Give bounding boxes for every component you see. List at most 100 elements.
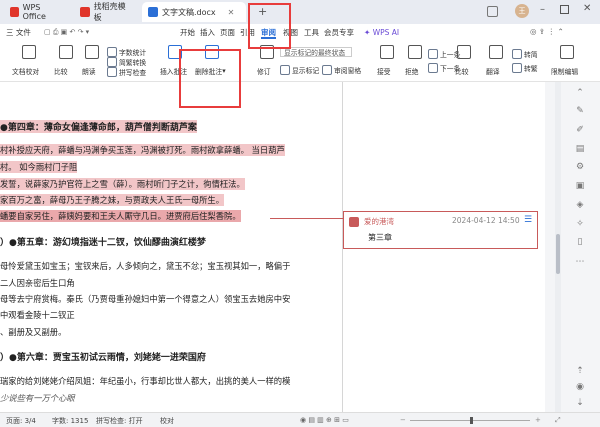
bookmark-icon[interactable]: ▯ [575, 237, 585, 247]
edit-icon[interactable]: ✐ [575, 125, 585, 135]
collapse-icon[interactable]: ⌃ [575, 88, 585, 98]
doc-line: 村补授应天府，薛蟠与冯渊争买玉莲，冯渊被打死。雨村欲拿薛蟠。 当日葫芦 [0, 144, 285, 156]
doc-heading: ）●第六章：贾宝玉初试云雨情，刘姥姥一进荣国府 [0, 353, 206, 363]
word-count-indicator[interactable]: 字数: 1315 [52, 416, 88, 426]
location-icon[interactable]: ◉ [575, 382, 585, 392]
quick-access-icons[interactable]: ▢ ⎙ ▣ ↶ ↷ ▾ [44, 28, 89, 37]
menu-bar: 三 文件 ▢ ⎙ ▣ ↶ ↷ ▾ 开始 插入 页面 引用 审阅 视图 工具 会员… [0, 24, 600, 41]
doc-line: 瑞家的给刘姥姥介绍凤姐：年纪虽小，行事却比世人都大，出挑的美人一样的模 [0, 376, 291, 386]
read-aloud-icon [85, 45, 99, 59]
doc-line: 村。 如今雨村门子阻 [0, 161, 78, 173]
tab-wps-office[interactable]: WPS Office [4, 2, 66, 22]
tab-template[interactable]: 找稻壳模板 [74, 2, 138, 22]
convert-simple-button[interactable]: 转简 [512, 49, 538, 59]
word-count-icon [107, 47, 117, 57]
comment-author-icon [349, 217, 359, 227]
comment-author: 爱的港湾 [364, 217, 394, 226]
zoom-slider-thumb[interactable] [470, 417, 473, 424]
show-marks-icon [280, 65, 290, 75]
minimize-icon[interactable]: – [540, 4, 545, 15]
comment-balloon[interactable]: 爱的港湾 2024-04-12 14:50 ☰ 第三章 [343, 211, 538, 249]
doc-line: 母怜爱黛玉如宝玉；宝钗来后，人多倾向之，黛玉不忿；宝玉视其如一，略偏于 [0, 261, 291, 271]
simp-trad-button[interactable]: 简繁转换 [107, 57, 146, 67]
tab-label: 找稻壳模板 [93, 2, 126, 22]
doc-check-button[interactable]: 文档校对 [12, 66, 39, 76]
doc-heading: ●第四章：薄命女偏逢薄命郎，葫芦僧判断葫芦案 [0, 120, 197, 133]
tab-label: 文字文稿.docx [162, 7, 216, 17]
doc-line: 母等去宁府赏梅。秦氏（乃贾母重孙媳妇中第一个得意之人）领宝玉去她房中安 [0, 294, 291, 304]
settings-icon[interactable]: ⚙ [575, 162, 585, 172]
doc-line: 、副册及又副册。 [0, 327, 67, 337]
page-indicator[interactable]: 页面: 3/4 [6, 416, 36, 426]
doc-line: 发誓，说薛家乃护官符上之雪（薛）。雨村听门子之计，徇情枉法。 [0, 178, 245, 190]
revise-button[interactable]: 修订 [257, 66, 271, 76]
compare-button[interactable]: 比较 [54, 66, 68, 76]
fullscreen-icon[interactable]: ⤢ [555, 416, 561, 425]
convert-trad-label: 转繁 [524, 65, 538, 73]
translate-button[interactable]: 翻译 [486, 66, 500, 76]
doc-check-icon [22, 45, 36, 59]
show-marks-label: 显示标记 [292, 67, 320, 75]
accept-icon [380, 45, 394, 59]
menu-insert[interactable]: 插入 [200, 26, 215, 39]
more-icon[interactable]: ⋯ [575, 257, 585, 267]
comment-date: 2024-04-12 14:50 [452, 216, 520, 225]
review-pane-button[interactable]: 审阅窗格 [322, 65, 361, 75]
reject-button[interactable]: 拒绝 [405, 66, 419, 76]
spell-check-indicator[interactable]: 拼写检查: 打开 [96, 416, 143, 426]
convert-trad-button[interactable]: 转繁 [512, 63, 538, 73]
avatar[interactable]: 王 [515, 4, 529, 18]
zoom-in-icon[interactable]: + [535, 416, 541, 424]
menu-wps-ai[interactable]: ✦ WPS AI [364, 26, 399, 39]
right-sidebar: ⌃ ✎ ✐ ▤ ⚙ ▣ ◈ ✧ ▯ ⋯ ⇡ ◉ ⇣ [545, 82, 600, 412]
comment-text[interactable]: 第三章 [368, 232, 392, 243]
menu-tools[interactable]: 工具 [304, 26, 319, 39]
accept-button[interactable]: 接受 [377, 66, 391, 76]
zoom-out-icon[interactable]: − [400, 416, 406, 424]
close-tab-icon[interactable]: ✕ [228, 8, 235, 17]
simp-trad-label: 简繁转换 [119, 59, 147, 67]
image-icon[interactable]: ▣ [575, 181, 585, 191]
next-icon [428, 63, 438, 73]
restrict-edit-icon [560, 45, 574, 59]
page-down-icon[interactable]: ⇣ [575, 398, 585, 408]
ai-icon: ✦ [364, 28, 371, 37]
view-mode-icons[interactable]: ◉ ▤ ▥ ⊕ ⊞ ▭ [300, 416, 349, 424]
scrollbar-thumb[interactable] [556, 234, 560, 274]
status-bar: 页面: 3/4 字数: 1315 拼写检查: 打开 校对 ◉ ▤ ▥ ⊕ ⊞ ▭… [0, 412, 600, 427]
convert-trad-icon [512, 63, 522, 73]
convert-simple-label: 转简 [524, 51, 538, 59]
compare2-icon [457, 45, 471, 59]
spell-check-label: 拼写检查 [119, 69, 147, 77]
proof-indicator[interactable]: 校对 [160, 416, 174, 426]
tab-document[interactable]: 文字文稿.docx ✕ [142, 2, 246, 22]
read-aloud-button[interactable]: 朗读 [82, 66, 96, 76]
doc-line: 蟠要自家另住，薛姨妈要和王夫人厮守几日。进贾府后住梨香院。 [0, 210, 241, 222]
ribbon: 文档校对 比较 朗读 字数统计 简繁转换 拼写检查 插入批注 删除批注 ▾ 修订 … [0, 41, 600, 82]
menu-start[interactable]: 开始 [180, 26, 195, 39]
tab-label: WPS Office [22, 3, 46, 21]
comment-menu-icon[interactable]: ☰ [524, 215, 532, 225]
menu-member[interactable]: 会员专享 [324, 26, 354, 39]
style-icon[interactable]: ◈ [575, 200, 585, 210]
share-comment-icons[interactable]: ◎ ⇪ ⋮ ⌃ [530, 27, 564, 36]
menu-page[interactable]: 页面 [220, 26, 235, 39]
restrict-edit-button[interactable]: 限制编辑 [551, 66, 578, 76]
layout-icon[interactable] [487, 6, 498, 17]
doc-line: 少说些有一万个心眼 [0, 393, 75, 403]
spell-check-button[interactable]: 拼写检查 [107, 67, 146, 77]
star-icon[interactable]: ✧ [575, 219, 585, 229]
page-up-icon[interactable]: ⇡ [575, 366, 585, 376]
word-count-button[interactable]: 字数统计 [107, 47, 146, 57]
show-marks-button[interactable]: 显示标记 [280, 65, 319, 75]
display-mode-label: 显示标记的最终状态 [284, 49, 346, 57]
previous-icon [428, 49, 438, 59]
previous-button[interactable]: 上一条 [428, 49, 460, 59]
file-menu[interactable]: 三 文件 [6, 26, 31, 39]
layout-icon[interactable]: ▤ [575, 144, 585, 154]
maximize-icon[interactable] [560, 5, 569, 14]
pen-icon[interactable]: ✎ [575, 106, 585, 116]
compare2-button[interactable]: 比较 [455, 66, 469, 76]
close-window-icon[interactable]: ✕ [583, 3, 591, 14]
wps-logo-icon [10, 7, 19, 17]
